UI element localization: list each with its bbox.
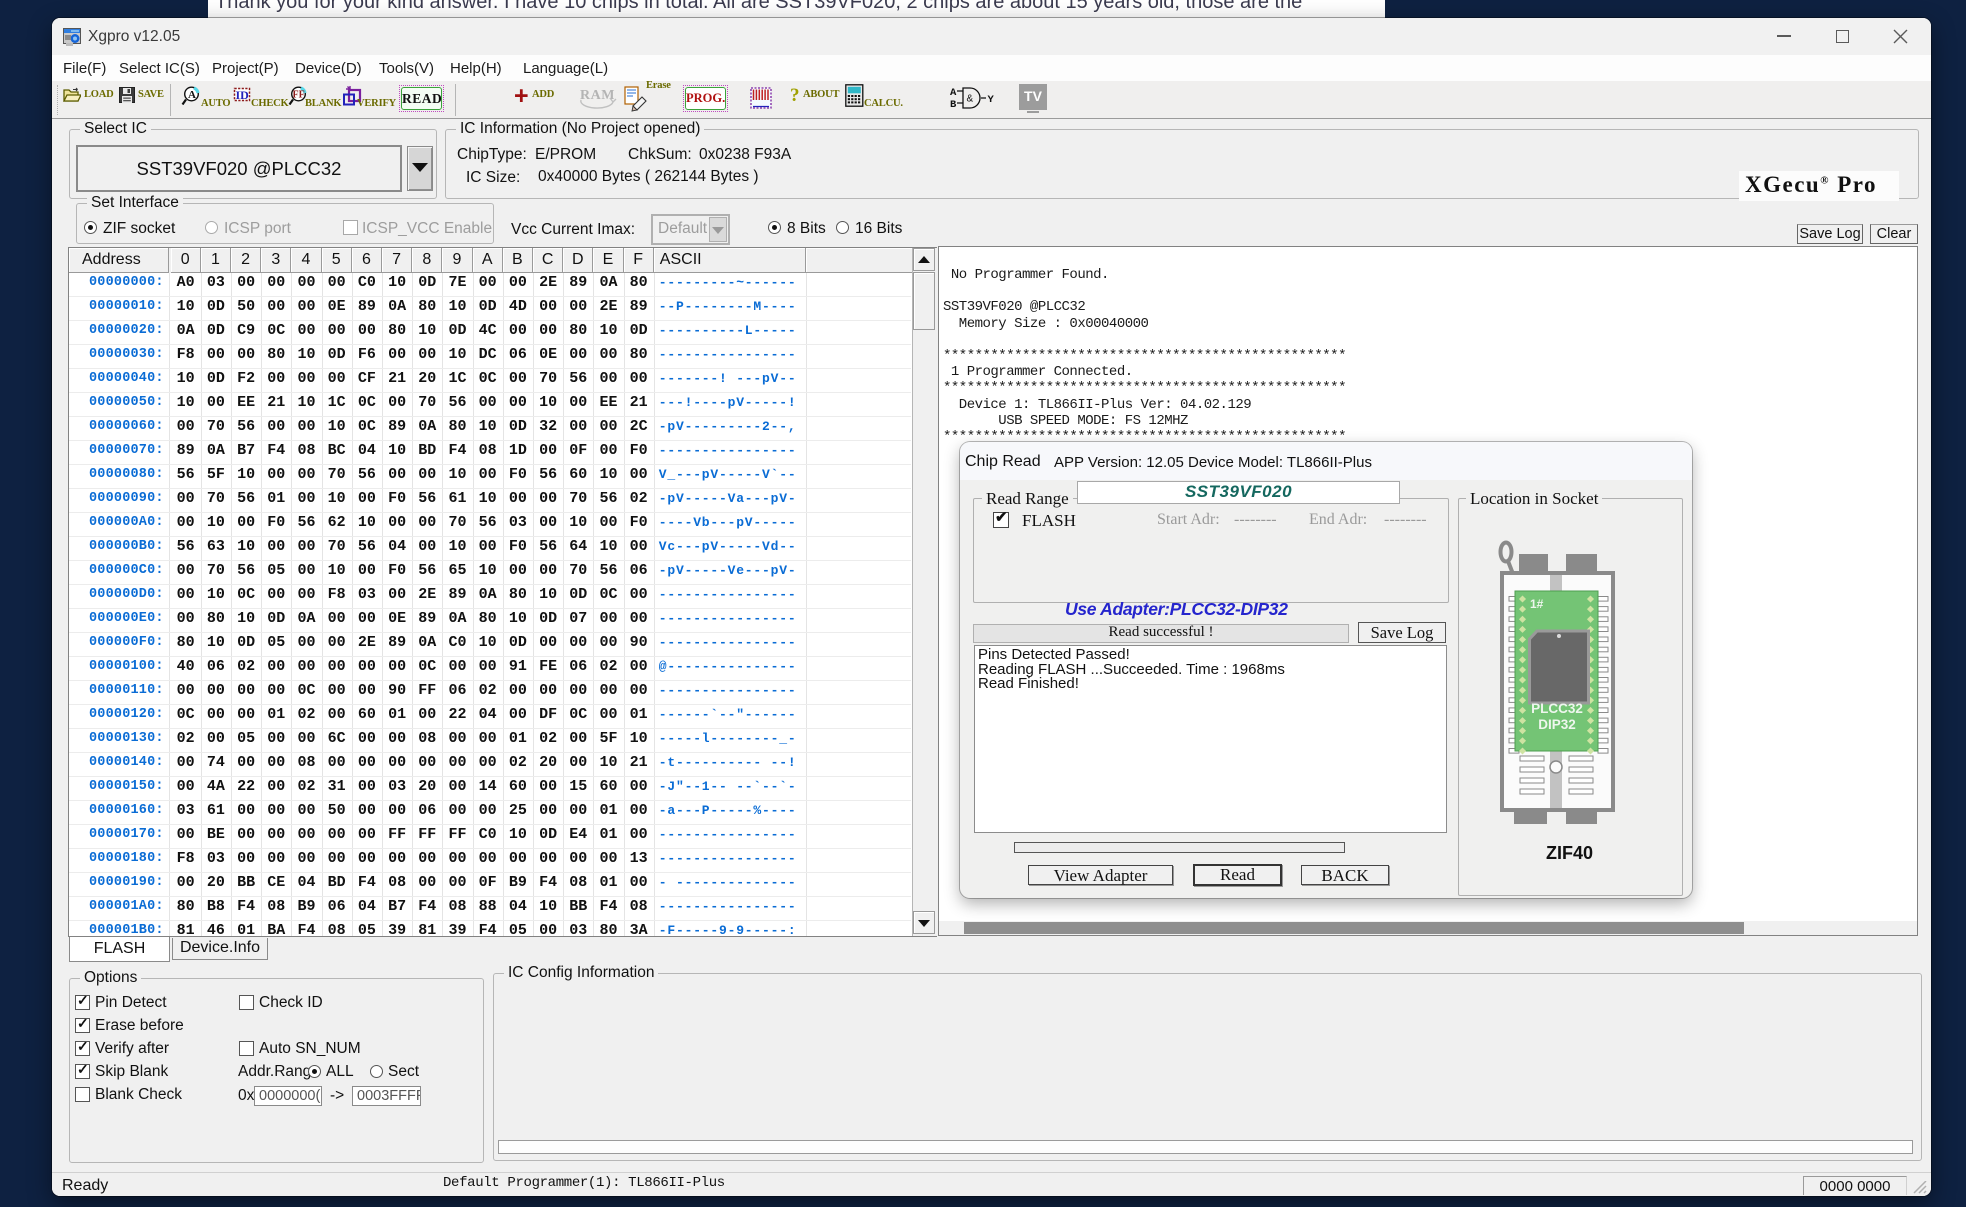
svg-text:ID: ID xyxy=(236,88,250,102)
svg-text:B: B xyxy=(950,99,957,110)
svg-text:1#: 1# xyxy=(1530,597,1544,611)
svg-text:Y: Y xyxy=(988,94,995,106)
svg-text:A: A xyxy=(950,87,957,99)
svg-text:DIP32: DIP32 xyxy=(1538,717,1576,732)
svg-text:&: & xyxy=(967,94,974,105)
svg-text:A: A xyxy=(188,89,196,101)
svg-text:FF: FF xyxy=(293,90,305,101)
svg-text:PLCC32: PLCC32 xyxy=(1531,701,1583,716)
